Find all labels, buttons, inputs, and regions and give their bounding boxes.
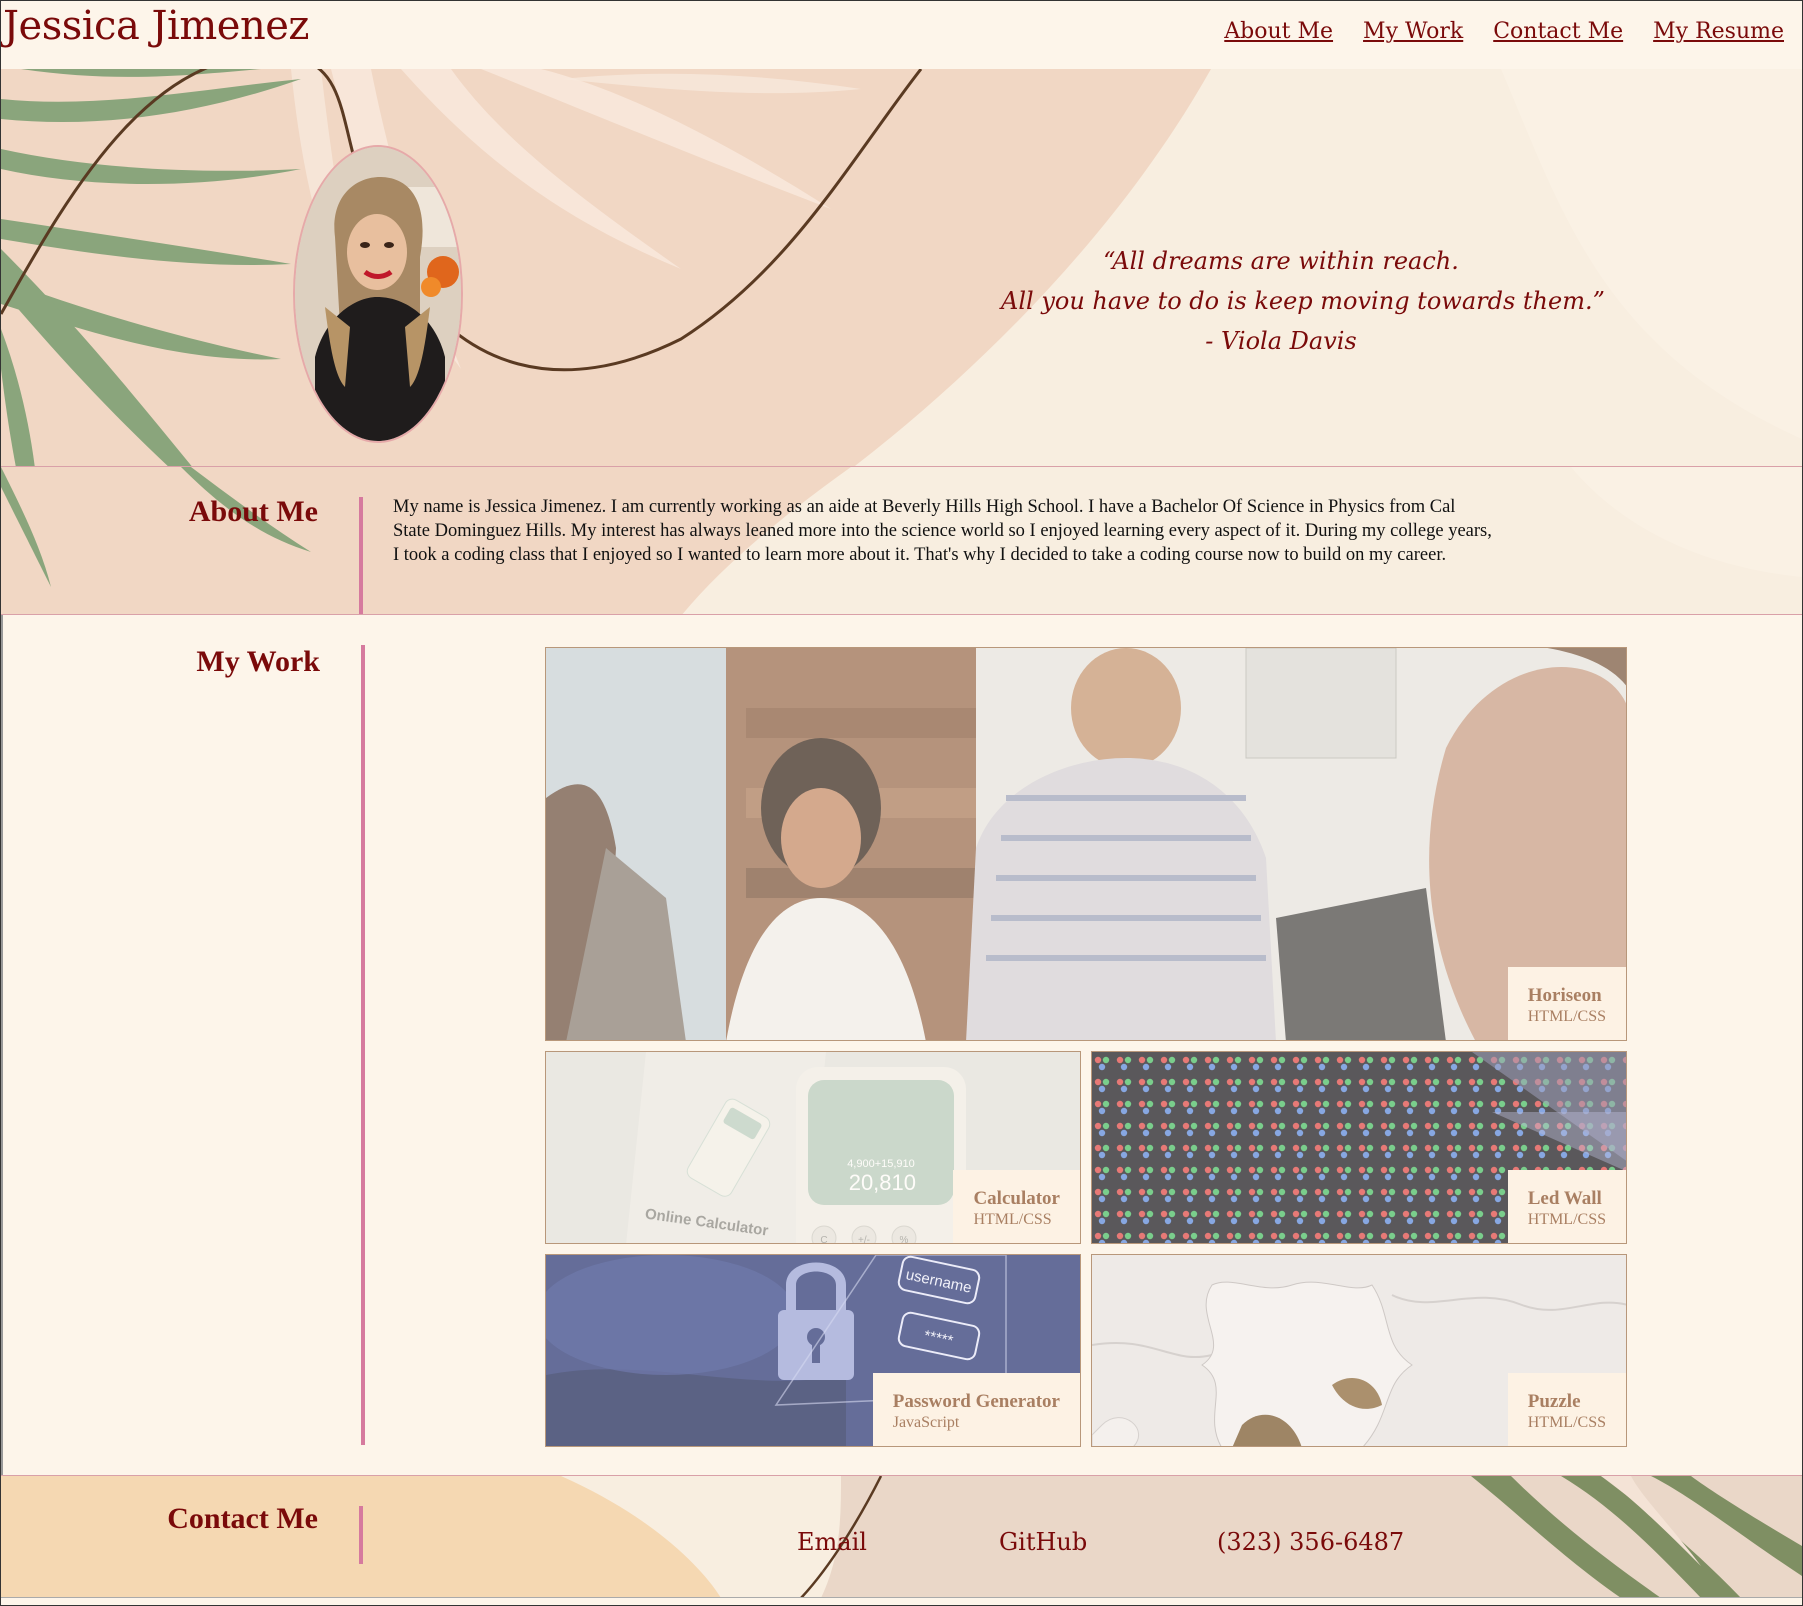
about-divider bbox=[359, 497, 363, 614]
project-card-horiseon[interactable]: Horiseon HTML/CSS bbox=[545, 647, 1627, 1041]
project-card-calculator[interactable]: 4,900+15,910 20,810 Online Calculator C … bbox=[545, 1051, 1081, 1244]
project-title: Calculator bbox=[973, 1188, 1060, 1209]
work-divider bbox=[361, 645, 365, 1445]
project-tech: HTML/CSS bbox=[1527, 1008, 1606, 1025]
contact-github-link[interactable]: GitHub bbox=[999, 1528, 1087, 1556]
project-tech: HTML/CSS bbox=[1527, 1211, 1606, 1228]
project-title: Puzzle bbox=[1527, 1391, 1581, 1412]
about-section: About Me My name is Jessica Jimenez. I a… bbox=[1, 466, 1802, 615]
work-title: My Work bbox=[196, 645, 320, 678]
contact-email-link[interactable]: Email bbox=[797, 1528, 867, 1556]
quote-line-2: All you have to do is keep moving toward… bbox=[1001, 287, 1605, 315]
hero-quote: “All dreams are within reach. All you ha… bbox=[1001, 241, 1605, 361]
profile-photo bbox=[293, 145, 463, 443]
project-caption-calculator: Calculator HTML/CSS bbox=[953, 1170, 1080, 1243]
work-section: My Work Horiseon HTML/CSS 4,900+15,910 2… bbox=[1, 615, 1802, 1475]
quote-author: - Viola Davis bbox=[1205, 327, 1357, 355]
contact-background bbox=[1, 1476, 1802, 1597]
project-caption-ledwall: Led Wall HTML/CSS bbox=[1507, 1170, 1626, 1243]
contact-section: Contact Me Email GitHub (323) 356-6487 bbox=[1, 1475, 1802, 1597]
site-header: Jessica Jimenez About Me My Work Contact… bbox=[1, 1, 1802, 69]
hero-section: “All dreams are within reach. All you ha… bbox=[1, 69, 1802, 466]
page: “All dreams are within reach. All you ha… bbox=[0, 0, 1803, 1606]
nav-link-contact[interactable]: Contact Me bbox=[1493, 19, 1623, 44]
project-caption-password: Password Generator JavaScript bbox=[872, 1373, 1080, 1446]
nav-link-about[interactable]: About Me bbox=[1224, 19, 1333, 44]
project-caption-puzzle: Puzzle HTML/CSS bbox=[1507, 1373, 1626, 1446]
project-caption-horiseon: Horiseon HTML/CSS bbox=[1507, 967, 1626, 1040]
contact-phone: (323) 356-6487 bbox=[1217, 1528, 1405, 1556]
quote-line-1: “All dreams are within reach. bbox=[1103, 247, 1459, 275]
about-title: About Me bbox=[188, 495, 318, 528]
about-text: My name is Jessica Jimenez. I am current… bbox=[393, 497, 1492, 565]
project-title: Password Generator bbox=[892, 1391, 1060, 1412]
project-card-ledwall[interactable]: Led Wall HTML/CSS bbox=[1091, 1051, 1627, 1244]
nav-link-resume[interactable]: My Resume bbox=[1653, 19, 1784, 44]
project-title: Horiseon bbox=[1527, 985, 1602, 1006]
site-brand: Jessica Jimenez bbox=[3, 3, 309, 49]
project-tech: HTML/CSS bbox=[973, 1211, 1052, 1228]
main-nav: About Me My Work Contact Me My Resume bbox=[1224, 19, 1784, 44]
page-bottom-divider bbox=[1, 1597, 1802, 1598]
project-title: Led Wall bbox=[1527, 1188, 1602, 1209]
project-tech: HTML/CSS bbox=[1527, 1414, 1606, 1431]
contact-title: Contact Me bbox=[167, 1502, 318, 1535]
nav-link-work[interactable]: My Work bbox=[1363, 19, 1463, 44]
project-card-puzzle[interactable]: Puzzle HTML/CSS bbox=[1091, 1254, 1627, 1447]
project-tech: JavaScript bbox=[892, 1414, 960, 1431]
contact-divider bbox=[359, 1506, 363, 1564]
project-card-password[interactable]: username ***** Password Generator JavaSc… bbox=[545, 1254, 1081, 1447]
